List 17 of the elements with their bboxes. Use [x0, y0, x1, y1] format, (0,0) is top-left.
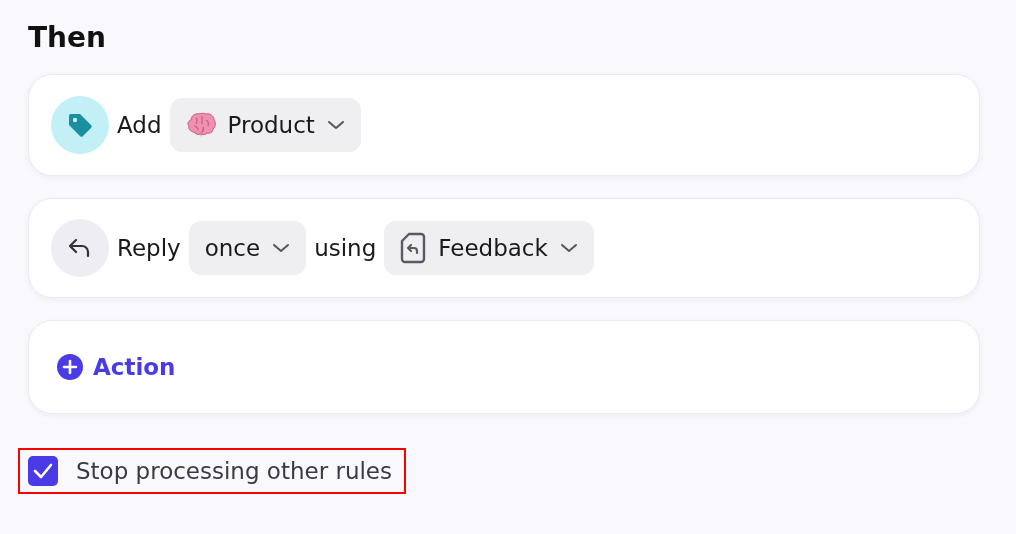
action-label: Add: [117, 112, 162, 138]
dropdown[interactable]: once: [188, 221, 307, 275]
check-icon: [33, 463, 53, 479]
caret-icon: [272, 243, 291, 253]
dropdown[interactable]: Product: [169, 98, 361, 152]
plus-icon: [57, 354, 83, 380]
action-label: using: [314, 235, 377, 261]
section-title: Then: [28, 20, 107, 56]
add-action-button[interactable]: Action: [51, 354, 176, 380]
checkbox[interactable]: [28, 456, 58, 486]
caret-icon: [559, 243, 578, 253]
caret-icon: [326, 120, 345, 130]
action-label: Reply: [117, 235, 181, 261]
document-reply-icon: [400, 232, 427, 264]
checkbox-label: Stop processing other rules: [76, 458, 392, 484]
dropdown[interactable]: Feedback: [384, 221, 594, 275]
brain-icon: [185, 112, 216, 138]
